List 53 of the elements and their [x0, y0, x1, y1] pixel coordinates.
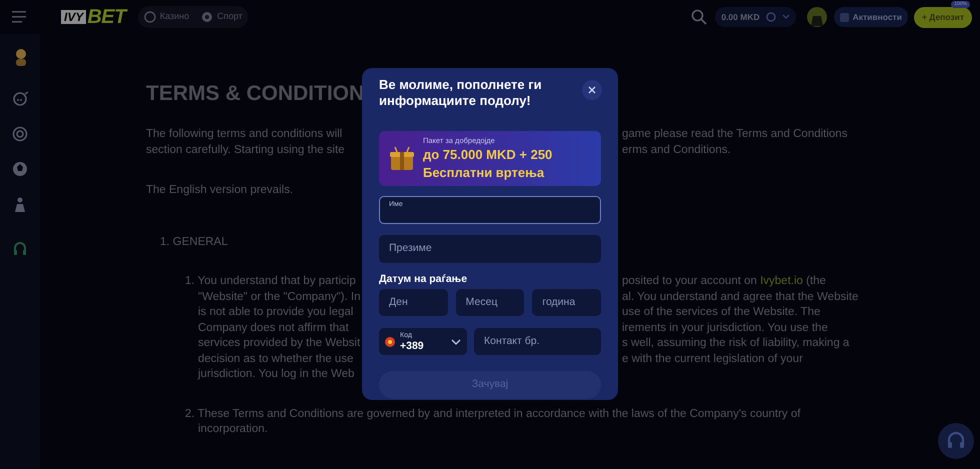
terms-text: al. You understand and agree that the Website [622, 290, 858, 304]
terms-text: services provided by the Websit [197, 336, 362, 351]
logo[interactable]: IVY BET [61, 8, 126, 26]
terms-text: game please read the Terms and Conditions [622, 127, 848, 142]
balance-pill[interactable]: 0.00 MKD [715, 7, 796, 27]
logo-text: IVY [61, 10, 86, 24]
terms-text: The English version prevails. [146, 183, 294, 198]
flag-icon [385, 336, 395, 346]
headset-icon[interactable] [12, 240, 28, 258]
close-button[interactable] [582, 80, 602, 100]
terms-text: 1. You understand that by particip [184, 274, 357, 289]
terms-text: section carefully. Starting using the site [146, 143, 346, 158]
terms-text: erms and Conditions. [622, 143, 731, 158]
menu-icon[interactable] [12, 11, 28, 23]
dialog-title: Ве молиме, пополнете ги информациите подолу! [379, 77, 543, 109]
terms-text: 2. These Terms and Conditions are governed by and interpreted in accordance with the laws of the Company's country of [184, 406, 800, 422]
chevron-icon [451, 338, 461, 344]
text-field[interactable]: Ден [379, 289, 448, 316]
terms-text: incorporation. [197, 422, 268, 437]
terms-text: irements in your jurisdiction. You use the [622, 320, 828, 336]
text-field[interactable]: Презиме [379, 235, 601, 263]
page-title: TERMS & CONDITION [146, 82, 364, 106]
terms-text: jurisdiction. You log in the Web [196, 367, 354, 382]
text-field[interactable]: Месец [456, 289, 524, 316]
terms-text: posited to your account on Ivybet.io (the [622, 274, 826, 289]
section-heading: 1. GENERAL [159, 235, 228, 250]
terms-text: e with the current legislation of your [622, 352, 803, 366]
terms-text: "Website" or the "Company"). In [197, 290, 362, 304]
close-icon [588, 86, 596, 94]
terms-text: use of the services of the Website. The [622, 305, 820, 320]
gift-icon [389, 146, 415, 172]
phone-field[interactable]: Контакт бр. [474, 328, 601, 355]
avatar-icon[interactable] [806, 6, 828, 28]
chevron-icon [782, 14, 790, 20]
code-value: +389 [400, 340, 424, 352]
balance-text: 0.00 MKD [721, 10, 760, 24]
support-icon[interactable] [938, 423, 974, 459]
terms-text: is not able to provide you legal [197, 305, 354, 320]
person-icon[interactable] [12, 196, 28, 214]
search-icon[interactable] [691, 9, 708, 25]
terms-text: s well, assuming the risk of liability, making a [622, 336, 850, 351]
logo-text: BET [87, 8, 126, 26]
promo-text: до 75.000 MKD + 250 [423, 146, 552, 164]
activities-button[interactable]: Активности [834, 7, 908, 27]
terms-text: decision as to whether the use [197, 352, 354, 366]
site-link[interactable]: Ivybet.io [760, 275, 803, 287]
text-field[interactable]: година [532, 289, 602, 316]
terms-text: Company does not affirm that [197, 320, 350, 336]
birth-date-label: Датум на раѓање [379, 273, 468, 286]
coin-icon [766, 12, 776, 22]
terms-text: The following terms and conditions will [146, 127, 344, 142]
promo-text: Бесплатни вртења [423, 164, 546, 181]
target-icon[interactable] [12, 126, 28, 144]
